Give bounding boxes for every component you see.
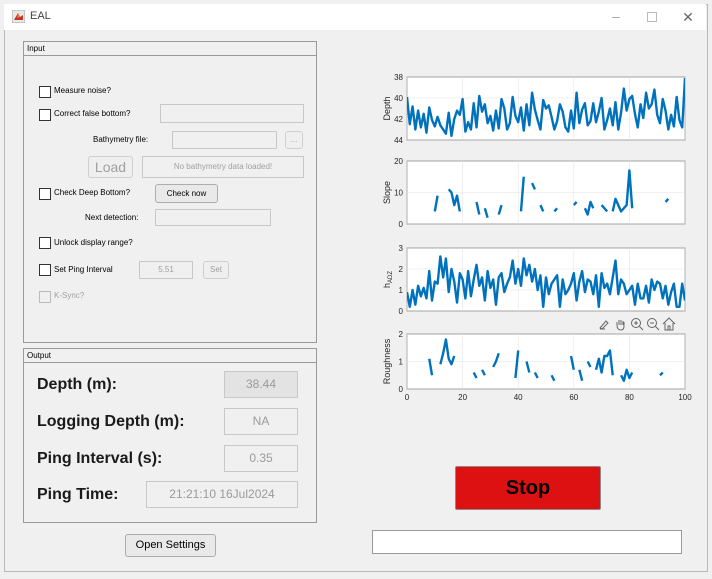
input-panel: Input Measure noise? Correct false botto… [23, 41, 317, 343]
title-bar: EAL – ✕ [4, 4, 706, 30]
output-panel-title: Output [24, 349, 316, 363]
y-tick-label: 0 [399, 220, 404, 229]
logging-depth-label: Logging Depth (m): [37, 413, 185, 430]
y-tick-label: 38 [394, 73, 403, 82]
y-tick-label: 0 [399, 307, 404, 316]
y-tick-label: 40 [394, 94, 403, 103]
y-tick-label: 44 [394, 136, 403, 145]
y-tick-label: 20 [394, 157, 403, 166]
x-tick-label: 60 [569, 393, 578, 402]
y-tick-label: 3 [399, 244, 404, 253]
check-now-button[interactable]: Check now [155, 184, 218, 203]
axes-toolbar [598, 317, 684, 331]
set-button[interactable]: Set [203, 261, 229, 279]
chart-2: 0 1 2 3 hADZ [382, 244, 686, 316]
x-tick-label: 40 [514, 393, 523, 402]
depth-label: Depth (m): [37, 376, 117, 393]
set-ping-interval-checkbox[interactable] [39, 264, 51, 276]
depth-value: 38.44 [224, 371, 298, 398]
y-axis-label: Slope [382, 181, 392, 204]
y-axis-label: Roughness [382, 338, 392, 384]
input-panel-title: Input [24, 42, 316, 56]
logging-depth-value: NA [224, 408, 298, 435]
measure-noise-label: Measure noise? [54, 86, 111, 95]
bathymetry-file-field[interactable] [172, 131, 277, 149]
zoom-out-icon[interactable] [647, 318, 660, 331]
home-icon[interactable] [662, 317, 676, 331]
y-axis-label: Depth [382, 96, 392, 120]
y-tick-label: 42 [394, 115, 403, 124]
set-ping-interval-label: Set Ping Interval [54, 265, 113, 274]
correct-false-bottom-checkbox[interactable] [39, 109, 51, 121]
y-tick-label: 2 [399, 330, 404, 339]
x-tick-label: 0 [405, 393, 410, 402]
x-tick-label: 100 [678, 393, 692, 402]
ping-time-label: Ping Time: [37, 486, 119, 503]
measure-noise-checkbox[interactable] [39, 86, 51, 98]
y-tick-label: 2 [399, 265, 404, 274]
y-tick-label: 1 [399, 286, 404, 295]
brush-icon[interactable] [599, 320, 609, 330]
close-icon[interactable]: ✕ [676, 7, 700, 27]
chart-0: 38 40 42 44 Depth [382, 73, 686, 145]
ping-interval-value: 0.35 [224, 445, 298, 472]
ping-interval-label: Ping Interval (s): [37, 450, 163, 467]
ping-interval-input[interactable]: 5.51 [139, 261, 193, 279]
ksync-checkbox[interactable] [39, 291, 51, 303]
load-button[interactable]: Load [88, 156, 133, 178]
maximize-icon[interactable] [640, 7, 664, 27]
check-deep-bottom-label: Check Deep Bottom? [54, 188, 131, 197]
browse-button[interactable]: ... [285, 131, 303, 149]
pan-icon[interactable] [616, 320, 625, 331]
open-settings-button[interactable]: Open Settings [125, 534, 216, 557]
chart-3: 0 1 2 Roughness 0 20 40 60 80 100 [382, 330, 692, 402]
minimize-icon[interactable]: – [604, 7, 628, 27]
next-detection-label: Next detection: [85, 213, 139, 222]
stop-button[interactable]: Stop [455, 466, 601, 510]
unlock-display-label: Unlock display range? [54, 238, 133, 247]
status-box [372, 530, 682, 554]
charts-area: 38 40 42 44 Depth 0 10 20 Slope 0 1 2 3 hADZ 0 1 2 Roughn… [382, 73, 692, 402]
y-tick-label: 1 [399, 358, 404, 367]
window-title: EAL [30, 10, 51, 22]
ping-time-value: 21:21:10 16Jul2024 [146, 481, 298, 508]
next-detection-field [155, 209, 271, 226]
y-tick-label: 10 [394, 189, 403, 198]
matlab-app-icon [12, 10, 25, 23]
bathymetry-file-label: Bathymetry file: [93, 135, 149, 144]
y-tick-label: 0 [399, 385, 404, 394]
x-tick-label: 80 [625, 393, 634, 402]
chart-1: 0 10 20 Slope [382, 157, 686, 229]
x-tick-label: 20 [458, 393, 467, 402]
ksync-label: K-Sync? [54, 291, 85, 300]
y-axis-label: hADZ [382, 271, 394, 288]
output-panel: Output Depth (m): 38.44 Logging Depth (m… [23, 348, 317, 523]
unlock-display-checkbox[interactable] [39, 237, 51, 249]
check-deep-bottom-checkbox[interactable] [39, 188, 51, 200]
correct-false-bottom-label: Correct false bottom? [54, 109, 131, 118]
zoom-in-icon[interactable] [631, 318, 644, 331]
correct-false-bottom-field[interactable] [160, 104, 304, 123]
bathymetry-status: No bathymetry data loaded! [142, 156, 304, 178]
